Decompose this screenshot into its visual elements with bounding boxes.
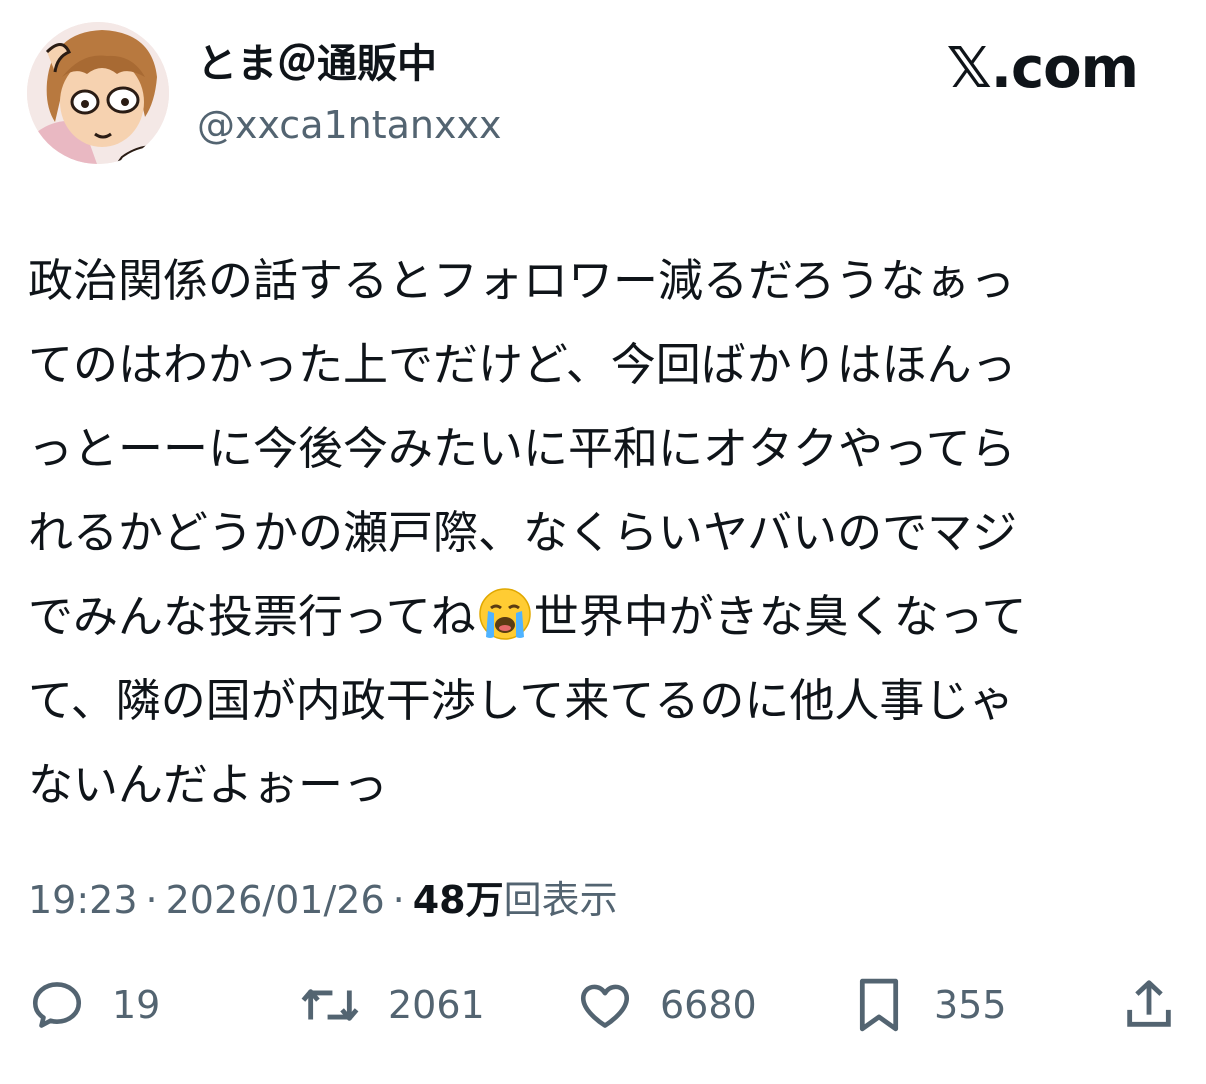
- meta-separator: ·: [145, 878, 158, 922]
- crying-face-emoji: [479, 588, 531, 640]
- tweet-text: 政治関係の話するとフォロワー減るだろうなぁっ てのはわかった上でだけど、今回ばか…: [28, 239, 1178, 827]
- share-icon: [1127, 980, 1171, 1027]
- tweet-line: てのはわかった上でだけど、今回ばかりはほんっ: [28, 338, 1017, 391]
- repost-count: 2061: [388, 983, 485, 1027]
- reply-icon: [32, 982, 82, 1028]
- tweet-date[interactable]: 2026/01/26: [166, 878, 385, 922]
- bookmark-icon: [859, 978, 899, 1032]
- display-name[interactable]: とま＠通販中: [197, 36, 437, 92]
- user-handle[interactable]: @xxca1ntanxxx: [197, 99, 501, 151]
- like-icon: [580, 984, 630, 1028]
- tweet-line-part: 世界中がきな臭くなって: [533, 590, 1027, 643]
- avatar[interactable]: [27, 22, 169, 164]
- tweet-meta: 19:23 · 2026/01/26 · 48万回表示: [28, 872, 618, 928]
- tweet-line: て、隣の国が内政干渉して来てるのに他人事じゃ: [28, 674, 1015, 727]
- repost-icon: [301, 989, 359, 1021]
- tweet-line-part: でみんな投票行ってね: [28, 590, 476, 643]
- tweet-line: れるかどうかの瀬戸際、なくらいヤバいのでマジ: [28, 506, 1018, 559]
- bookmark-count: 355: [934, 983, 1007, 1027]
- share-button[interactable]: [1120, 970, 1178, 1040]
- tweet-line: っとーーに今後今みたいに平和にオタクやってら: [28, 422, 1016, 475]
- bookmark-button[interactable]: 355: [850, 970, 1007, 1040]
- tweet-time[interactable]: 19:23: [28, 878, 138, 922]
- reply-count: 19: [112, 983, 161, 1027]
- action-bar: 19 2061 6680 355: [0, 970, 1206, 1040]
- views-count: 48万: [412, 878, 504, 922]
- like-count: 6680: [660, 983, 757, 1027]
- views-label: 回表示: [503, 878, 618, 922]
- x-brand-logo: 𝕏.com: [946, 36, 1139, 101]
- reply-button[interactable]: 19: [28, 970, 160, 1040]
- like-button[interactable]: 6680: [576, 970, 757, 1040]
- tweet-line: 政治関係の話するとフォロワー減るだろうなぁっ: [28, 254, 1016, 307]
- repost-button[interactable]: 2061: [298, 970, 485, 1040]
- tweet-line-with-emoji: でみんな投票行ってね 世界中がきな臭くなって: [28, 575, 1178, 659]
- tweet-line: ないんだよぉーっ: [28, 758, 389, 811]
- meta-separator: ·: [392, 878, 405, 922]
